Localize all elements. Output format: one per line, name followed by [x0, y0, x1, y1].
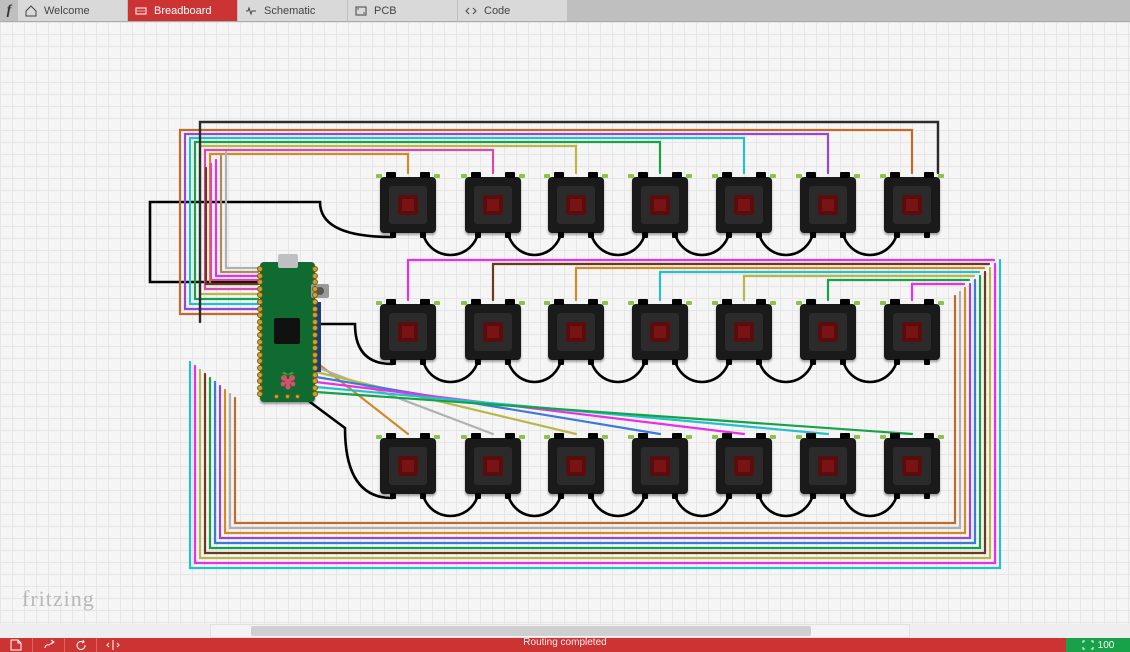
- tab-welcome[interactable]: Welcome: [18, 0, 128, 21]
- key-switch-r0-c0[interactable]: [380, 177, 436, 233]
- tab-label: PCB: [374, 5, 397, 17]
- key-switch-r2-c2[interactable]: [548, 438, 604, 494]
- breadboard-icon: [134, 4, 148, 18]
- key-switch-r2-c0[interactable]: [380, 438, 436, 494]
- raspberry-pi-pico[interactable]: [260, 262, 315, 402]
- tool-rotate[interactable]: [64, 638, 96, 652]
- tool-share[interactable]: [32, 638, 64, 652]
- schematic-icon: [244, 4, 258, 18]
- status-message: Routing completed: [523, 637, 606, 648]
- key-switch-r0-c3[interactable]: [632, 177, 688, 233]
- tool-new-sketch[interactable]: [0, 638, 32, 652]
- code-icon: [464, 4, 478, 18]
- key-switch-r0-c5[interactable]: [800, 177, 856, 233]
- tab-label: Code: [484, 5, 510, 17]
- key-switch-r0-c6[interactable]: [884, 177, 940, 233]
- key-switch-r1-c2[interactable]: [548, 304, 604, 360]
- tab-label: Welcome: [44, 5, 90, 17]
- key-switch-r1-c3[interactable]: [632, 304, 688, 360]
- watermark-text: fritzing: [22, 586, 95, 612]
- key-switch-r0-c1[interactable]: [465, 177, 521, 233]
- key-switch-r1-c6[interactable]: [884, 304, 940, 360]
- key-switch-r1-c4[interactable]: [716, 304, 772, 360]
- key-switch-r2-c6[interactable]: [884, 438, 940, 494]
- scrollbar-thumb[interactable]: [251, 626, 811, 636]
- home-icon: [24, 4, 38, 18]
- rp2040-chip: [274, 318, 300, 344]
- key-switch-r2-c1[interactable]: [465, 438, 521, 494]
- key-switch-r1-c0[interactable]: [380, 304, 436, 360]
- zoom-fit-button[interactable]: 100: [1066, 638, 1130, 652]
- tab-code[interactable]: Code: [458, 0, 568, 21]
- key-switch-r1-c1[interactable]: [465, 304, 521, 360]
- zoom-level: 100: [1098, 640, 1115, 651]
- key-switch-r2-c3[interactable]: [632, 438, 688, 494]
- status-bar: Routing completed 100: [0, 638, 1130, 652]
- tab-breadboard[interactable]: Breadboard: [128, 0, 238, 21]
- editor-canvas-wrap: fritzing: [0, 22, 1130, 624]
- app-icon: f: [0, 0, 18, 21]
- key-switch-r1-c5[interactable]: [800, 304, 856, 360]
- zoom-icon: [1082, 640, 1094, 650]
- tool-flip[interactable]: [96, 638, 128, 652]
- tab-schematic[interactable]: Schematic: [238, 0, 348, 21]
- pcb-icon: [354, 4, 368, 18]
- breadboard-canvas[interactable]: fritzing: [0, 22, 1130, 624]
- key-switch-r2-c4[interactable]: [716, 438, 772, 494]
- key-switch-r0-c4[interactable]: [716, 177, 772, 233]
- tab-pcb[interactable]: PCB: [348, 0, 458, 21]
- tab-label: Schematic: [264, 5, 315, 17]
- key-switch-r2-c5[interactable]: [800, 438, 856, 494]
- horizontal-scrollbar[interactable]: [0, 624, 1130, 638]
- key-switch-r0-c2[interactable]: [548, 177, 604, 233]
- usb-connector: [278, 254, 298, 268]
- swd-pins: [274, 394, 300, 400]
- tab-label: Breadboard: [154, 5, 212, 17]
- view-tabs: f Welcome Breadboard Schematic PCB Code: [0, 0, 1130, 22]
- raspberry-logo-icon: [276, 368, 300, 392]
